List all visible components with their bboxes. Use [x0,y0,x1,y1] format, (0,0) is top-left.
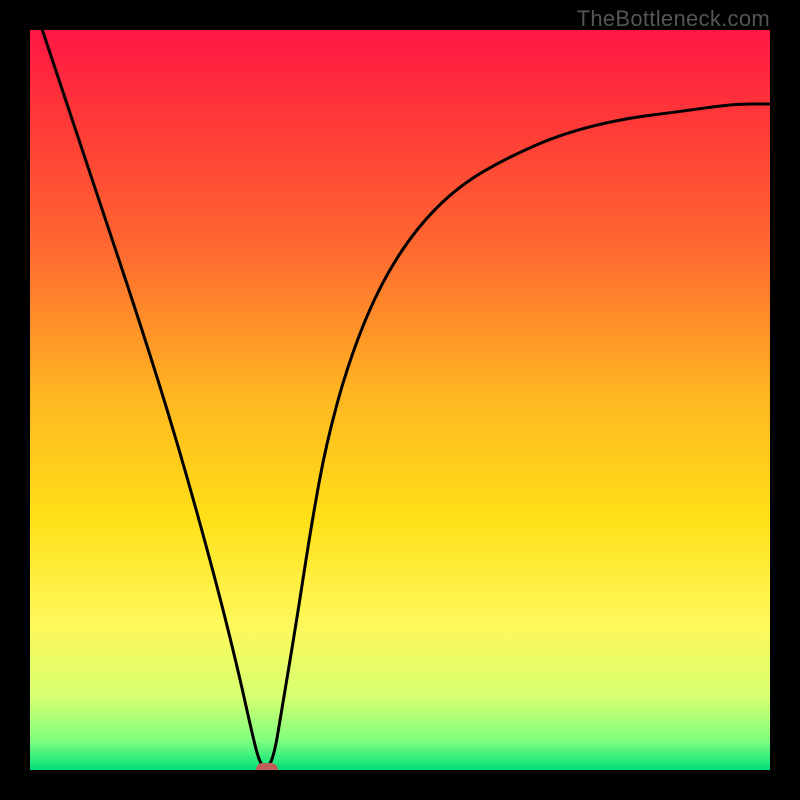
plot-area [30,30,770,770]
watermark-text: TheBottleneck.com [577,6,770,32]
chart-frame: TheBottleneck.com [0,0,800,800]
minimum-marker [256,763,278,770]
bottleneck-curve [30,30,770,770]
